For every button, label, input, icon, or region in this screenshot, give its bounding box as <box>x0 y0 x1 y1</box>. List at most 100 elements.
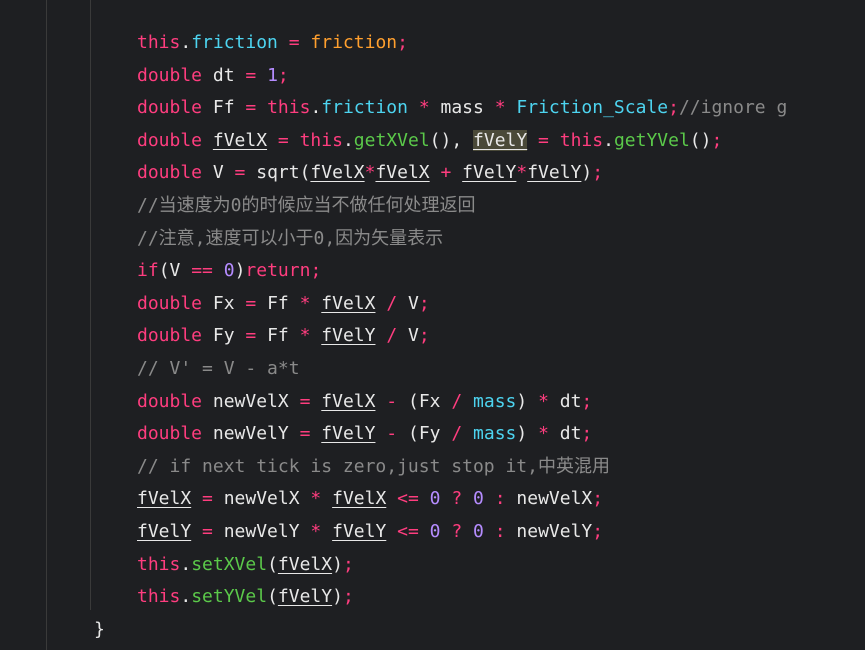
code-line-18[interactable]: this.setYVel(fVelY); <box>0 581 865 614</box>
token-identifier: mass <box>429 97 495 119</box>
code-line-16[interactable]: fVelY = newVelY * fVelY <= 0 ? 0 : newVe… <box>0 516 865 549</box>
token-dot: . <box>180 586 192 608</box>
token-number: 0 <box>473 520 484 542</box>
token-field-mass: mass <box>473 423 517 445</box>
token-punct: ) <box>516 423 539 445</box>
token-variable-fvely[interactable]: fVelY <box>321 325 375 346</box>
token-punct: ) <box>332 586 343 608</box>
token-variable-fvely[interactable]: fVelY <box>527 162 581 183</box>
token-identifier: dt <box>548 390 582 412</box>
token-identifier: newVelY <box>202 423 300 445</box>
code-line-5[interactable]: double V = sqrt(fVelX*fVelX + fVelY*fVel… <box>0 157 865 190</box>
token-identifier: Fx <box>202 292 246 314</box>
code-line-12[interactable]: double newVelX = fVelX - (Fx / mass) * d… <box>0 386 865 419</box>
token-operator: - <box>386 390 398 412</box>
token-keyword: if <box>137 260 159 282</box>
code-editor[interactable]: this.friction = friction; double dt = 1;… <box>0 0 865 650</box>
code-line-4[interactable]: double fVelX = this.getXVel(), fVelY = t… <box>0 125 865 158</box>
token-property: friction <box>321 97 408 119</box>
token-keyword: this <box>299 129 343 151</box>
code-line-3[interactable]: double Ff = this.friction * mass * Frict… <box>0 92 865 125</box>
token-identifier: dt <box>548 423 582 445</box>
token-keyword: this <box>267 97 311 119</box>
code-line-2[interactable]: double dt = 1; <box>0 60 865 93</box>
token-variable-fvelx[interactable]: fVelX <box>278 554 332 575</box>
token-method[interactable]: getYVel <box>614 130 690 151</box>
token-variable-fvelx[interactable]: fVelX <box>321 391 375 412</box>
token-variable-fvely[interactable]: fVelY <box>462 162 516 183</box>
token-comment: // V' = V - a*t <box>137 357 300 379</box>
code-line-17[interactable]: this.setXVel(fVelX); <box>0 549 865 582</box>
token-keyword: double <box>137 423 203 445</box>
token-operator: = <box>245 292 257 314</box>
token-keyword: double <box>137 390 203 412</box>
token-method[interactable]: setXVel <box>191 554 267 575</box>
token-variable-fvely[interactable]: fVelY <box>321 423 375 444</box>
token-operator: + <box>440 162 452 184</box>
code-line-14[interactable]: // if next tick is zero,just stop it,中英混… <box>0 451 865 484</box>
token-keyword: double <box>137 129 203 151</box>
code-line-7[interactable]: //注意,速度可以小于0,因为矢量表示 <box>0 223 865 256</box>
code-line-6[interactable]: //当速度为0的时候应当不做任何处理返回 <box>0 190 865 223</box>
code-line-8[interactable]: if(V == 0)return; <box>0 255 865 288</box>
token-operator: = <box>245 64 257 86</box>
token-operator: = <box>245 325 257 347</box>
code-line-10[interactable]: double Fy = Ff * fVelY / V; <box>0 320 865 353</box>
code-line-15[interactable]: fVelX = newVelX * fVelX <= 0 ? 0 : newVe… <box>0 483 865 516</box>
token-operator: <= <box>397 520 419 542</box>
code-line-11[interactable]: // V' = V - a*t <box>0 353 865 386</box>
token-keyword: this <box>137 586 181 608</box>
code-line-19[interactable]: } <box>0 614 865 647</box>
token-punct: () <box>689 129 712 151</box>
token-method[interactable]: setYVel <box>191 586 267 607</box>
token-semicolon: ; <box>277 64 289 86</box>
token-operator: * <box>299 325 311 347</box>
token-method[interactable]: getXVel <box>354 130 430 151</box>
token-variable-fvelx[interactable]: fVelX <box>213 130 267 151</box>
code-lines[interactable]: this.friction = friction; double dt = 1;… <box>0 27 865 646</box>
token-identifier: newVelY <box>505 520 593 542</box>
token-variable-fvelx[interactable]: fVelX <box>137 488 191 509</box>
token-variable-fvely[interactable]: fVelY <box>332 521 386 542</box>
token-identifier: V <box>397 325 419 347</box>
token-operator: / <box>386 292 398 314</box>
token-semicolon: ; <box>418 325 430 347</box>
token-dot: . <box>180 32 192 53</box>
token-variable-fvelx[interactable]: fVelX <box>375 162 429 183</box>
token-semicolon: ; <box>592 162 604 184</box>
token-operator: - <box>386 423 398 445</box>
token-identifier: (V <box>158 260 192 282</box>
token-variable-fvelx[interactable]: fVelX <box>321 293 375 314</box>
token-operator: = <box>277 32 311 53</box>
code-line-13[interactable]: double newVelY = fVelY - (Fy / mass) * d… <box>0 418 865 451</box>
token-keyword: return <box>245 260 311 282</box>
token-identifier: Ff <box>256 292 300 314</box>
token-number: 0 <box>223 260 235 282</box>
token-variable-fvelx[interactable]: fVelX <box>332 488 386 509</box>
token-comment: //当速度为0的时候应当不做任何处理返回 <box>137 194 476 216</box>
token-variable-fvelx[interactable]: fVelX <box>310 162 364 183</box>
token-identifier: newVelX <box>202 390 300 412</box>
token-variable-fvely[interactable]: fVelY <box>278 586 332 607</box>
token-keyword: this <box>559 129 604 151</box>
token-operator: * <box>538 390 549 412</box>
token-property: friction <box>191 32 278 53</box>
token-variable-fvely-highlighted[interactable]: fVelY <box>473 129 528 151</box>
token-function-call: sqrt( <box>245 162 311 184</box>
token-operator: = <box>538 129 549 151</box>
token-variable-fvely[interactable]: fVelY <box>137 521 191 542</box>
code-line-1[interactable]: this.friction = friction; <box>0 27 865 60</box>
token-number: 0 <box>473 488 484 510</box>
code-line-9[interactable]: double Fx = Ff * fVelX / V; <box>0 288 865 321</box>
